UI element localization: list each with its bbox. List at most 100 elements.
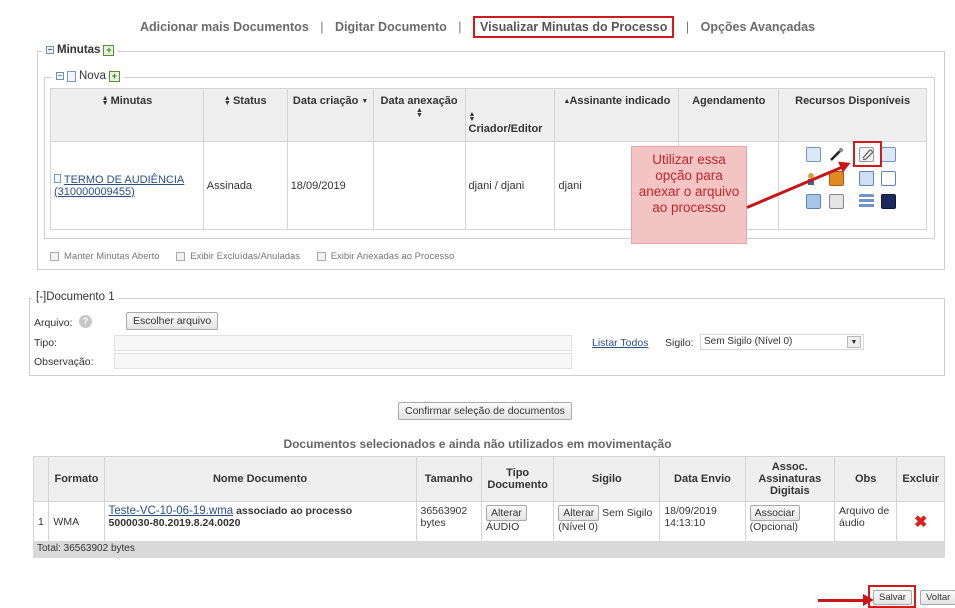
nova-legend: − Nova + — [52, 70, 124, 82]
minuta-created: 18/09/2019 — [286, 141, 374, 230]
process-number: 5000030-80.2019.8.24.0020 — [108, 517, 241, 529]
row-assoc-cell: Associar (Opcional) — [744, 501, 836, 543]
view-icon[interactable] — [859, 171, 874, 186]
nav-type-document[interactable]: Digitar Documento — [335, 20, 447, 34]
col-criador[interactable]: ▲ ▼ Criador/Editor — [464, 88, 556, 142]
document-icon — [67, 70, 76, 82]
save-button[interactable]: Salvar — [873, 590, 912, 605]
row-type-cell: Alterar ÁUDIO — [480, 501, 555, 543]
col-minutas[interactable]: ▲ ▼ Minutas — [50, 88, 204, 142]
nav-separator: | — [320, 20, 324, 34]
col-excluir: Excluir — [896, 456, 945, 502]
arquivo-label: Arquivo: — [34, 317, 73, 329]
confirm-selection-button[interactable]: Confirmar seleção de documentos — [398, 402, 572, 420]
col-assinante[interactable]: ▲Assinante indicado — [554, 88, 680, 142]
sort-icon[interactable]: ▲ ▼ — [416, 107, 423, 119]
observacao-label: Observação: — [34, 356, 94, 368]
sigilo-label: Sigilo: — [665, 337, 694, 349]
minuta-creator: djani / djani — [464, 141, 556, 230]
alter-sigilo-button[interactable]: Alterar — [558, 505, 600, 521]
show-attached-checkbox[interactable] — [316, 251, 326, 261]
show-deleted-checkbox[interactable] — [176, 251, 186, 261]
instruction-callout: Utilizar essa opção para anexar o arquiv… — [631, 146, 747, 244]
save-disk-icon[interactable] — [881, 194, 896, 209]
col-nome-documento: Nome Documento — [103, 456, 417, 502]
selected-header-row: Formato Nome Documento Tamanho Tipo Docu… — [32, 456, 945, 502]
col-status[interactable]: ▲ ▼ Status — [202, 88, 288, 142]
selected-docs-title: Documentos selecionados e ainda não util… — [283, 437, 672, 451]
minutas-header-row: ▲ ▼ Minutas ▲ ▼ Status Data criação ▼ Data… — [50, 88, 927, 142]
keep-open-checkbox[interactable] — [50, 251, 59, 261]
print-icon[interactable] — [829, 194, 844, 209]
send-date: 18/09/2019 — [664, 505, 717, 517]
choose-file-button[interactable]: Escolher arquivo — [126, 312, 219, 330]
copy-icon[interactable] — [806, 194, 821, 209]
back-button[interactable]: Voltar — [920, 590, 955, 605]
list-icon[interactable] — [881, 171, 896, 186]
assoc-text: associado ao processo — [236, 505, 353, 517]
col-assoc-assinaturas: Assoc. Assinaturas Digitais — [744, 456, 836, 502]
list-all-link[interactable]: Listar Todos — [592, 337, 648, 349]
documento-legend[interactable]: [-]Documento 1 — [32, 291, 119, 303]
lines-icon[interactable] — [859, 194, 874, 209]
total-bytes: Total: 36563902 bytes — [33, 541, 945, 558]
minuta-code[interactable]: (310000009455) — [54, 186, 135, 198]
nova-legend-label: Nova — [79, 70, 106, 82]
table-row: 1 WMA Teste-VC-10-06-19.wma associado ao… — [32, 501, 945, 543]
col-obs: Obs — [834, 456, 898, 502]
add-icon[interactable]: + — [103, 44, 115, 56]
col-formato: Formato — [48, 456, 105, 502]
collapse-toggle-icon[interactable]: − — [56, 72, 64, 80]
alter-type-button[interactable]: Alterar — [486, 505, 527, 521]
minuta-link[interactable]: TERMO DE AUDIÊNCIA — [64, 174, 184, 186]
row-date-cell: 18/09/2019 14:13:10 — [659, 501, 746, 543]
nav-add-documents[interactable]: Adicionar mais Documentos — [140, 20, 309, 34]
row-sigilo-cell: Alterar Sem Sigilo (Nível 0) — [553, 501, 661, 543]
selected-docs-table: Formato Nome Documento Tamanho Tipo Docu… — [32, 456, 945, 543]
sort-icon[interactable]: ▼ — [361, 98, 368, 105]
attach-highlight — [853, 141, 882, 167]
nav-separator: | — [685, 20, 690, 34]
show-attached-label: Exibir Anexadas ao Processo — [330, 251, 455, 262]
col-tipo-documento: Tipo Documento — [480, 456, 555, 502]
keep-open-label: Manter Minutas Aberto — [64, 251, 160, 262]
optional-text: (Opcional) — [749, 521, 799, 533]
show-deleted-label: Exibir Excluídas/Anuladas — [190, 251, 301, 262]
col-data-criacao[interactable]: Data criação ▼ — [286, 88, 374, 142]
sort-icon[interactable]: ▲ ▼ — [102, 95, 109, 107]
nav-separator: | — [458, 20, 462, 34]
row-name-cell: Teste-VC-10-06-19.wma associado ao proce… — [103, 501, 417, 543]
sort-icon[interactable]: ▲ ▼ — [469, 111, 476, 123]
chevron-down-icon[interactable]: ▼ — [847, 336, 861, 348]
sigilo-select-value: Sem Sigilo (Nível 0) — [704, 336, 793, 347]
col-data-anexacao[interactable]: Data anexação ▲ ▼ — [372, 88, 466, 142]
tipo-label: Tipo: — [34, 337, 57, 349]
document-icon — [54, 173, 61, 183]
nav-view-minutas[interactable]: Visualizar Minutas do Processo — [473, 16, 675, 38]
file-link[interactable]: Teste-VC-10-06-19.wma — [109, 505, 234, 517]
help-icon[interactable]: ? — [79, 315, 92, 328]
minuta-status: Assinada — [202, 141, 288, 230]
col-recursos: Recursos Disponíveis — [778, 88, 927, 142]
row-obs: Arquivo de áudio — [834, 501, 898, 543]
row-delete-cell: ✖ — [896, 501, 945, 543]
associate-button[interactable]: Associar — [749, 505, 800, 521]
minuta-name-cell: TERMO DE AUDIÊNCIA (310000009455) — [50, 141, 204, 230]
send-time: 14:13:10 — [664, 517, 706, 529]
col-index — [32, 456, 50, 502]
row-size: 36563902 bytes — [415, 501, 482, 543]
nav-advanced-options[interactable]: Opções Avançadas — [701, 20, 815, 34]
tipo-input[interactable] — [114, 335, 572, 351]
sigilo-select[interactable]: Sem Sigilo (Nível 0) ▼ — [700, 334, 864, 350]
edit-alt-icon[interactable] — [881, 147, 896, 162]
observacao-input[interactable] — [114, 353, 572, 369]
edit-icon[interactable] — [806, 147, 821, 162]
sort-icon[interactable]: ▲ ▼ — [224, 95, 231, 107]
delete-icon[interactable]: ✖ — [914, 514, 927, 531]
minutas-legend-label: Minutas — [57, 44, 101, 56]
type-value: ÁUDIO — [486, 521, 520, 533]
minuta-attached — [372, 141, 466, 230]
collapse-toggle-icon[interactable]: − — [46, 46, 54, 54]
minutas-legend: − Minutas + — [42, 44, 119, 56]
add-icon[interactable]: + — [108, 70, 120, 82]
